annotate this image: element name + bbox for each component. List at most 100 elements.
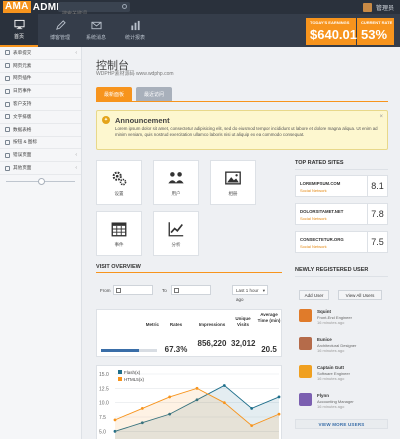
sidebar-item-plugins[interactable]: 网页插件 xyxy=(0,73,81,86)
site-card[interactable]: LOREMIPSUM.COM Social Network 8.1 xyxy=(295,175,388,197)
sidebar-item-errors[interactable]: 错误页面 ‹ xyxy=(0,149,81,163)
add-user-button[interactable]: Add User xyxy=(299,290,329,300)
visit-overview-divider xyxy=(96,272,282,273)
legend-label: Flash(x) xyxy=(124,370,141,375)
sidebar-item-label: 文字排版 xyxy=(13,113,32,119)
search-icon[interactable] xyxy=(122,4,127,9)
to-label: To xyxy=(162,288,167,293)
data-point[interactable] xyxy=(168,395,172,399)
tab-recent[interactable]: 最近访问 xyxy=(136,87,173,102)
sidebar-item-label: 错误页面 xyxy=(13,152,32,158)
user-time: 16 minutes ago xyxy=(317,320,345,325)
view-all-users-button[interactable]: View All Users xyxy=(338,290,382,300)
nav-label: 统计报表 xyxy=(124,35,145,41)
data-point[interactable] xyxy=(250,407,254,410)
sidebar-item-forms[interactable]: 表单提交 ‹ xyxy=(0,47,81,60)
slider-knob[interactable] xyxy=(38,177,45,185)
shortcut-gallery[interactable]: 相册 xyxy=(210,160,256,205)
text-icon xyxy=(5,114,10,120)
site-card[interactable]: DOLORSITAMET.NET Social Network 7.8 xyxy=(295,203,388,225)
shortcut-settings[interactable]: 设置 xyxy=(96,160,142,205)
shortcut-label: 事件 xyxy=(114,241,124,247)
sidebar-item-elements[interactable]: 网页元素 xyxy=(0,60,81,73)
y-tick-label: 12.5 xyxy=(99,386,109,392)
shortcut-label: 用户 xyxy=(171,190,181,196)
from-date-input[interactable] xyxy=(113,285,153,295)
nav-label: 博客管理 xyxy=(49,35,70,41)
site-network[interactable]: Social Network xyxy=(300,216,327,221)
user-menu[interactable]: 管理员 xyxy=(362,0,394,14)
rate-stat: CURRENT RATE 53% xyxy=(357,18,394,45)
new-users-divider xyxy=(295,276,388,277)
shortcut-events[interactable]: 事件 xyxy=(96,211,142,256)
user-list-item[interactable]: Eunice Architectural Designer 16 minutes… xyxy=(295,333,388,357)
rate-value: 53% xyxy=(361,27,388,42)
chevron-left-icon: ‹ xyxy=(75,152,77,159)
data-point[interactable] xyxy=(113,418,117,422)
shortcut-analytics[interactable]: 分析 xyxy=(153,211,199,256)
visit-chart-svg: 15.0 12.5 10.0 7.5 5.0 Flash(x) HTML5(x) xyxy=(99,370,281,439)
sidebar-item-label: 客户支持 xyxy=(13,101,32,107)
plugin-icon xyxy=(5,75,10,81)
nav-item-reports[interactable]: 统计报表 xyxy=(116,14,154,47)
nav-label: 系统消息 xyxy=(85,35,106,41)
sidebar-item-label: 按钮 & 图标 xyxy=(13,139,37,145)
site-score: 7.8 xyxy=(367,204,387,224)
rate-label: CURRENT RATE xyxy=(361,20,393,25)
nav-item-messages[interactable]: 系统消息 xyxy=(77,14,115,47)
line-chart-icon xyxy=(168,221,184,236)
avatar xyxy=(299,393,312,406)
sidebar-item-buttons[interactable]: 按钮 & 图标 xyxy=(0,137,81,150)
unique-visits-value: 32,012 xyxy=(231,339,256,348)
nav-item-home[interactable]: 首页 xyxy=(0,14,38,47)
to-date-input[interactable] xyxy=(171,285,211,295)
data-point[interactable] xyxy=(140,407,144,410)
support-icon xyxy=(5,101,10,107)
nav-item-blog[interactable]: 博客管理 xyxy=(41,14,79,47)
user-list-item[interactable]: Flynn Accounting Manager 16 minutes ago xyxy=(295,389,388,413)
page-icon xyxy=(5,165,10,171)
sidebar-item-calendar[interactable]: 日历事件 xyxy=(0,85,81,99)
top-sites-title: TOP RATED SITES xyxy=(295,160,344,166)
shortcut-users[interactable]: 用户 xyxy=(153,160,199,205)
user-name: Squint xyxy=(317,309,331,314)
pencil-icon xyxy=(5,139,10,145)
user-list-item[interactable]: Captain Gutt Software Engineer 16 minute… xyxy=(295,361,388,385)
user-list-item[interactable]: Squint Front-End Engineer 16 minutes ago xyxy=(295,305,388,329)
calendar-icon xyxy=(111,221,127,236)
data-point[interactable] xyxy=(222,401,226,405)
earnings-stat: TODAY'S EARNINGS $640.01 xyxy=(306,18,357,45)
range-select[interactable]: Last 1 hour ago ▾ xyxy=(232,285,268,302)
sidebar-item-label: 其他页面 xyxy=(13,165,32,171)
sidebar-collapse-slider[interactable] xyxy=(0,175,81,187)
data-point[interactable] xyxy=(195,386,199,390)
average-time-header: Average Time (min) xyxy=(257,312,281,323)
site-network[interactable]: Social Network xyxy=(300,244,327,249)
data-point[interactable] xyxy=(277,412,281,416)
sidebar-item-tables[interactable]: 数据表格 xyxy=(0,124,81,137)
close-icon[interactable]: × xyxy=(379,114,383,120)
data-point[interactable] xyxy=(277,395,281,399)
sidebar-item-other[interactable]: 其他页面 ‹ xyxy=(0,162,81,175)
logo-ama: AMA xyxy=(3,1,31,13)
view-more-users-button[interactable]: VIEW MORE USERS xyxy=(295,419,388,429)
pen-icon xyxy=(55,20,66,30)
site-name: DOLORSITAMET.NET xyxy=(300,209,344,214)
tab-latest[interactable]: 最新面板 xyxy=(96,87,133,102)
data-point[interactable] xyxy=(222,384,226,387)
bar-chart-icon xyxy=(130,20,140,31)
site-name: LOREMIPSUM.COM xyxy=(300,181,341,186)
site-card[interactable]: CONSECTETUR.ORG Social Network 7.5 xyxy=(295,231,388,253)
visit-overview-title: VISIT OVERVIEW xyxy=(96,264,141,270)
sidebar-item-support[interactable]: 客户支持 xyxy=(0,98,81,111)
chevron-left-icon: ‹ xyxy=(75,49,77,56)
impressions-header: Impressions xyxy=(198,322,226,327)
user-name: 管理员 xyxy=(375,5,394,12)
table-icon xyxy=(5,127,10,133)
site-network[interactable]: Social Network xyxy=(300,188,327,193)
sidebar-item-typography[interactable]: 文字排版 xyxy=(0,111,81,124)
sidebar-item-label: 网页插件 xyxy=(13,75,32,81)
impressions-value: 856,220 xyxy=(197,339,227,348)
site-score: 8.1 xyxy=(367,176,387,196)
data-point[interactable] xyxy=(250,424,254,427)
